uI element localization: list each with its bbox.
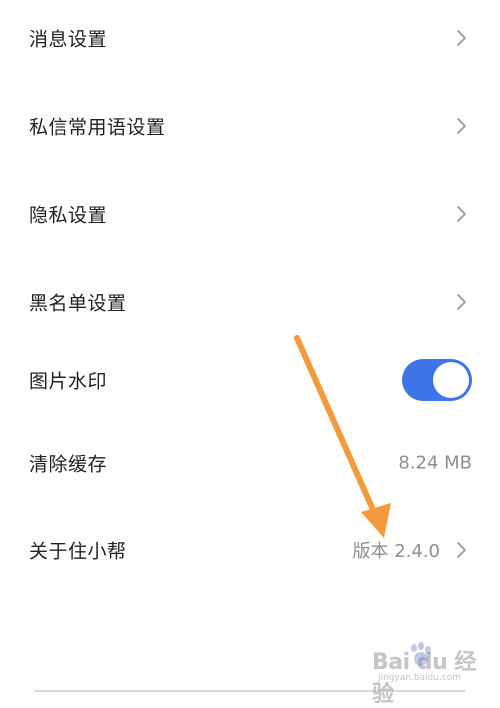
- settings-row-dm-phrases[interactable]: 私信常用语设置: [0, 96, 500, 156]
- settings-row-image-watermark: 图片水印: [0, 350, 500, 410]
- image-watermark-toggle[interactable]: [402, 359, 472, 401]
- settings-row-label: 私信常用语设置: [29, 116, 166, 139]
- watermark-url: jingyan.baidu.com: [378, 673, 462, 683]
- settings-row-label: 消息设置: [29, 28, 108, 51]
- chevron-right-icon: [457, 294, 466, 310]
- cache-size-value: 8.24 MB: [398, 452, 472, 474]
- settings-row-clear-cache[interactable]: 清除缓存 8.24 MB: [0, 433, 500, 493]
- chevron-right-icon: [457, 542, 466, 558]
- chevron-right-icon: [457, 30, 466, 46]
- baidu-jingyan-watermark: Bai du 经验 jingyan.baidu.com: [370, 640, 480, 707]
- chevron-right-icon: [457, 206, 466, 222]
- chevron-right-icon: [457, 118, 466, 134]
- settings-row-label: 隐私设置: [29, 204, 108, 227]
- settings-row-privacy[interactable]: 隐私设置: [0, 184, 500, 244]
- settings-row-label: 清除缓存: [29, 453, 108, 476]
- app-version-value: 版本 2.4.0: [352, 541, 440, 562]
- settings-row-blacklist[interactable]: 黑名单设置: [0, 272, 500, 332]
- settings-row-label: 图片水印: [29, 370, 108, 393]
- paw-logo-icon: [411, 642, 431, 666]
- settings-row-about[interactable]: 关于住小帮 版本 2.4.0: [0, 520, 500, 580]
- toggle-knob: [433, 362, 469, 398]
- settings-row-label: 关于住小帮: [29, 540, 127, 563]
- settings-row-message[interactable]: 消息设置: [0, 8, 500, 68]
- settings-row-label: 黑名单设置: [29, 292, 127, 315]
